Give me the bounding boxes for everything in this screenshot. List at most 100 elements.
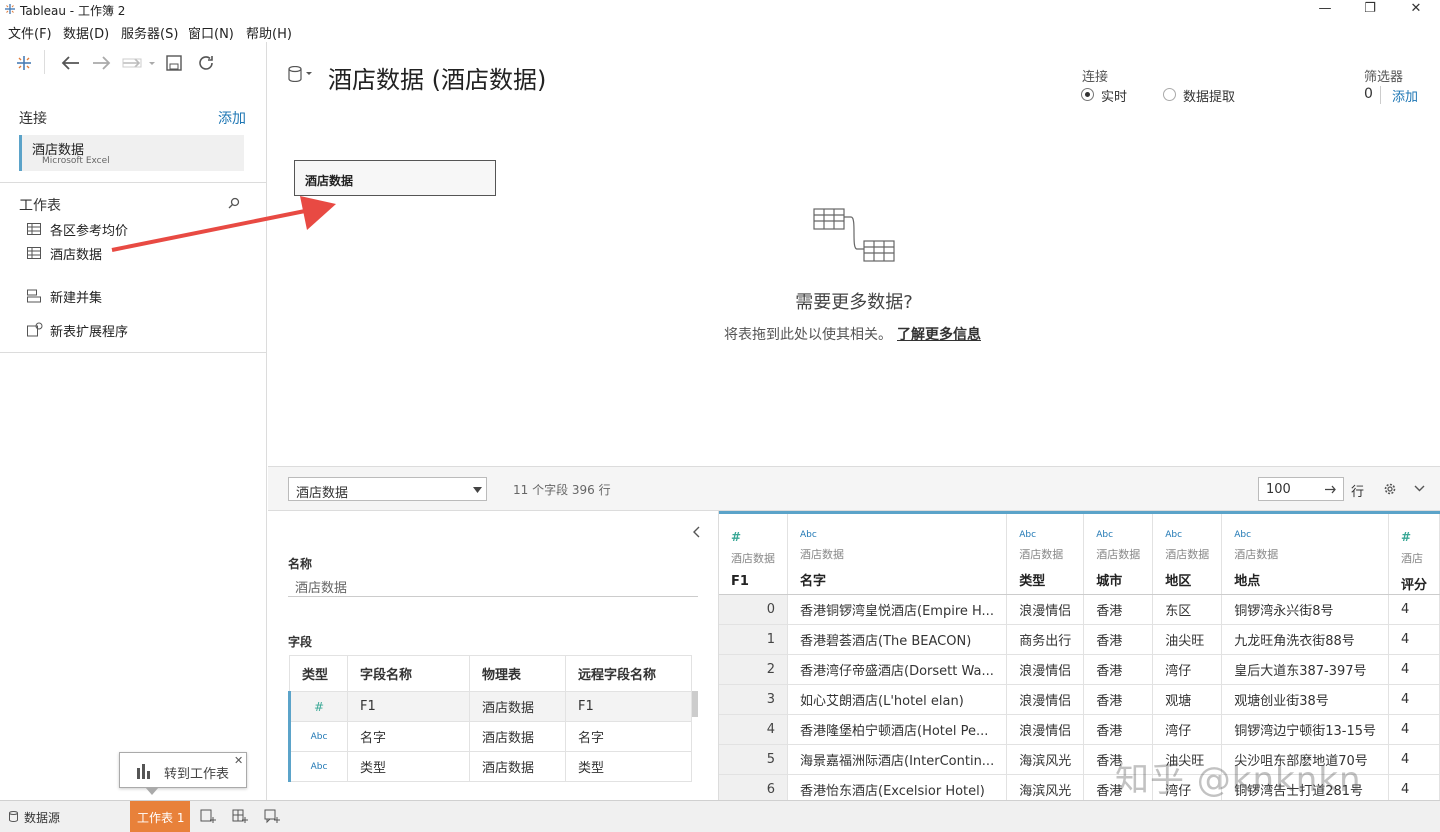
number-type-icon[interactable]: # xyxy=(288,691,348,722)
table-cell[interactable]: 湾仔 xyxy=(1152,714,1223,745)
number-type-icon[interactable]: # xyxy=(731,530,775,544)
goto-sheet-tooltip[interactable]: 转到工作表 ✕ xyxy=(119,752,247,788)
rows-input[interactable]: 100 xyxy=(1258,477,1344,501)
col-header-type[interactable]: 类型 xyxy=(289,655,348,692)
table-cell[interactable]: 铜锣湾边宁顿街13-15号 xyxy=(1221,714,1389,745)
name-field[interactable]: 酒店数据 xyxy=(288,575,698,597)
string-type-icon[interactable]: Abc xyxy=(1234,530,1376,540)
row-number-cell[interactable]: 5 xyxy=(719,744,788,775)
col-name[interactable]: 地点 xyxy=(1234,570,1376,589)
grid-col-header[interactable]: Abc 酒店数据 类型 xyxy=(1006,511,1085,595)
table-pill[interactable]: 酒店数据 xyxy=(294,160,496,196)
table-cell[interactable]: 湾仔 xyxy=(1152,654,1223,685)
table-cell[interactable]: 观塘 xyxy=(1152,684,1223,715)
col-name[interactable]: 类型 xyxy=(1019,570,1071,589)
menu-server[interactable]: 服务器(S) xyxy=(121,23,178,42)
menu-help[interactable]: 帮助(H) xyxy=(246,23,292,42)
menu-data[interactable]: 数据(D) xyxy=(63,23,109,42)
row-number-cell[interactable]: 1 xyxy=(719,624,788,655)
field-name[interactable]: F1 xyxy=(347,691,470,722)
datasource-icon[interactable] xyxy=(288,66,314,82)
table-cell[interactable]: 商务出行 xyxy=(1006,624,1085,655)
table-cell[interactable]: 香港铜锣湾皇悦酒店(Empire H... xyxy=(787,594,1008,625)
col-name[interactable]: F1 xyxy=(731,574,775,589)
col-name[interactable]: 名字 xyxy=(800,570,994,589)
datasource-title[interactable]: 酒店数据 (酒店数据) xyxy=(328,60,546,95)
table-cell[interactable]: 香港 xyxy=(1083,714,1154,745)
row-number-cell[interactable]: 0 xyxy=(719,594,788,625)
grid-col-header[interactable]: Abc 酒店数据 地点 xyxy=(1221,511,1389,595)
string-type-icon[interactable]: Abc xyxy=(1096,530,1140,540)
table-cell[interactable]: 香港 xyxy=(1083,654,1154,685)
connection-item[interactable]: 酒店数据 Microsoft Excel xyxy=(19,135,244,171)
table-cell[interactable]: 海滨风光 xyxy=(1006,774,1085,800)
sheet-tab[interactable]: 工作表 1 xyxy=(130,801,190,832)
col-header-physical-table[interactable]: 物理表 xyxy=(469,655,566,692)
row-number-cell[interactable]: 4 xyxy=(719,714,788,745)
chevron-left-icon[interactable] xyxy=(692,526,700,538)
table-cell[interactable]: 香港怡东酒店(Excelsior Hotel) xyxy=(787,774,1008,800)
table-cell[interactable]: 海滨风光 xyxy=(1006,744,1085,775)
field-row[interactable]: Abc 类型 酒店数据 类型 xyxy=(288,751,692,782)
string-type-icon[interactable]: Abc xyxy=(800,530,994,540)
close-window-button[interactable]: ✕ xyxy=(1393,0,1439,20)
table-cell[interactable]: 海景嘉福洲际酒店(InterContin... xyxy=(787,744,1008,775)
col-name[interactable]: 评分 xyxy=(1401,574,1427,593)
table-cell[interactable]: 油尖旺 xyxy=(1152,624,1223,655)
new-sheet-icon[interactable] xyxy=(200,809,216,824)
col-header-field-name[interactable]: 字段名称 xyxy=(347,655,470,692)
field-row[interactable]: # F1 酒店数据 F1 xyxy=(288,691,692,722)
table-cell[interactable]: 香港 xyxy=(1083,684,1154,715)
learn-more-link[interactable]: 了解更多信息 xyxy=(897,324,981,344)
col-name[interactable]: 城市 xyxy=(1096,570,1140,589)
menu-file[interactable]: 文件(F) xyxy=(8,23,52,42)
field-name[interactable]: 类型 xyxy=(347,751,470,782)
refresh-icon[interactable] xyxy=(197,54,215,72)
fields-scrollbar[interactable] xyxy=(692,691,698,717)
table-cell[interactable]: 4 xyxy=(1388,654,1440,685)
grid-col-header[interactable]: Abc 酒店数据 地区 xyxy=(1152,511,1223,595)
new-story-icon[interactable] xyxy=(264,809,280,824)
table-cell[interactable]: 观塘创业街38号 xyxy=(1221,684,1389,715)
table-cell[interactable]: 4 xyxy=(1388,594,1440,625)
table-cell[interactable]: 香港碧荟酒店(The BEACON) xyxy=(787,624,1008,655)
grid-col-header[interactable]: # 酒店数据 F1 xyxy=(719,511,788,595)
string-type-icon[interactable]: Abc xyxy=(1019,530,1071,540)
table-cell[interactable]: 4 xyxy=(1388,624,1440,655)
table-cell[interactable]: 浪漫情侣 xyxy=(1006,594,1085,625)
col-name[interactable]: 地区 xyxy=(1165,570,1209,589)
new-union-item[interactable]: 新建并集 xyxy=(27,287,227,307)
table-cell[interactable]: 香港 xyxy=(1083,624,1154,655)
table-cell[interactable]: 香港湾仔帝盛酒店(Dorsett Wa... xyxy=(787,654,1008,685)
string-type-icon[interactable]: Abc xyxy=(288,721,348,752)
add-filter-link[interactable]: 添加 xyxy=(1392,86,1418,105)
datasource-tab[interactable]: 数据源 xyxy=(0,801,130,832)
save-icon[interactable] xyxy=(166,55,182,71)
close-tooltip-icon[interactable]: ✕ xyxy=(234,754,243,767)
redirect-arrow-icon[interactable] xyxy=(122,56,156,70)
number-type-icon[interactable]: # xyxy=(1401,530,1427,544)
row-number-cell[interactable]: 3 xyxy=(719,684,788,715)
table-cell[interactable]: 香港隆堡柏宁顿酒店(Hotel Pe... xyxy=(787,714,1008,745)
table-cell[interactable]: 4 xyxy=(1388,714,1440,745)
field-row[interactable]: Abc 名字 酒店数据 名字 xyxy=(288,721,692,752)
menu-window[interactable]: 窗口(N) xyxy=(188,23,234,42)
forward-arrow-icon[interactable] xyxy=(92,55,112,71)
table-cell[interactable]: 4 xyxy=(1388,774,1440,800)
table-cell[interactable]: 4 xyxy=(1388,744,1440,775)
minimize-button[interactable]: — xyxy=(1302,0,1348,20)
collapse-chevron-icon[interactable] xyxy=(1414,485,1425,492)
gear-icon[interactable] xyxy=(1383,482,1397,496)
tableau-home-icon[interactable] xyxy=(15,54,33,72)
grid-col-header[interactable]: # 酒店 评分 xyxy=(1388,511,1440,595)
grid-col-header[interactable]: Abc 酒店数据 城市 xyxy=(1083,511,1154,595)
table-cell[interactable]: 如心艾朗酒店(L'hotel elan) xyxy=(787,684,1008,715)
string-type-icon[interactable]: Abc xyxy=(1165,530,1209,540)
live-radio[interactable]: 实时 xyxy=(1081,86,1141,105)
table-cell[interactable]: 香港 xyxy=(1083,594,1154,625)
apply-arrow-icon[interactable] xyxy=(1325,485,1337,494)
new-extension-item[interactable]: 新表扩展程序 xyxy=(27,321,227,341)
row-number-cell[interactable]: 2 xyxy=(719,654,788,685)
row-number-cell[interactable]: 6 xyxy=(719,774,788,800)
table-cell[interactable]: 浪漫情侣 xyxy=(1006,654,1085,685)
